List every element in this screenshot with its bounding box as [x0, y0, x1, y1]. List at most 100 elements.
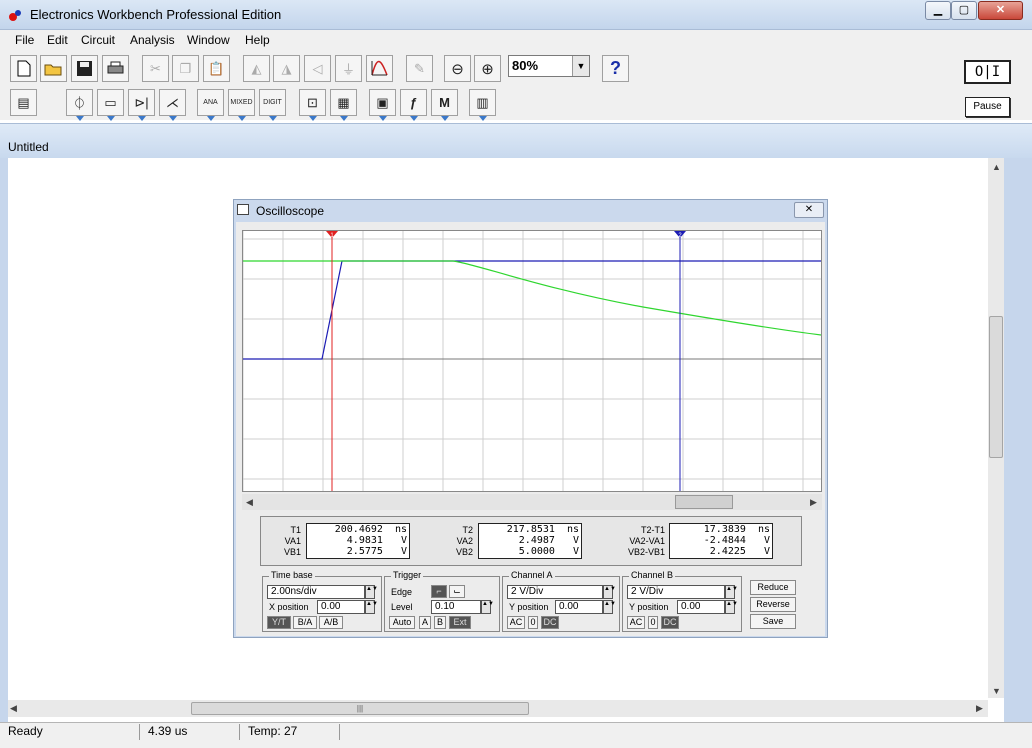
zoom-in-icon: ⊕: [481, 60, 494, 78]
menu-help[interactable]: Help: [245, 33, 270, 47]
flip-vertical-button[interactable]: ◁: [304, 55, 331, 82]
zoom-dropdown[interactable]: 80% ▼: [508, 55, 590, 77]
scroll-down-icon[interactable]: ▼: [992, 686, 1001, 696]
reverse-button[interactable]: Reverse: [750, 597, 796, 612]
digital-ic-icon: DIGIT: [263, 99, 282, 106]
diodes-bin-button[interactable]: ⊳|: [128, 89, 155, 121]
trigger-auto-button[interactable]: Auto: [389, 616, 415, 629]
horizontal-scrollbar[interactable]: ◀ ||| ▶: [8, 700, 988, 717]
chevron-down-icon[interactable]: ▼: [572, 56, 589, 76]
channel-b-zero-button[interactable]: 0: [648, 616, 658, 629]
pause-button[interactable]: Pause: [965, 97, 1010, 117]
menu-file[interactable]: File: [15, 33, 34, 47]
menu-window[interactable]: Window: [187, 33, 230, 47]
open-button[interactable]: [40, 55, 67, 82]
create-subcircuit-button[interactable]: [366, 55, 393, 82]
oscilloscope-screen[interactable]: 1 2: [242, 230, 822, 492]
x-position-field[interactable]: 0.00: [317, 600, 365, 614]
channel-a-scale-spinner[interactable]: ▲▼: [603, 585, 616, 599]
vertical-scroll-thumb[interactable]: [989, 316, 1003, 458]
channel-b-scale-spinner[interactable]: ▲▼: [725, 585, 738, 599]
scroll-right-icon[interactable]: ▶: [976, 703, 983, 714]
basic-bin-button[interactable]: ▭: [97, 89, 124, 121]
menu-analysis[interactable]: Analysis: [130, 33, 175, 47]
miscellaneous-bin-button[interactable]: M: [431, 89, 458, 121]
va1-label: VA1: [284, 536, 301, 546]
trigger-ext-button[interactable]: Ext: [449, 616, 471, 629]
transistors-bin-button[interactable]: ⋌: [159, 89, 186, 121]
mixed-ics-bin-button[interactable]: MIXED: [228, 89, 255, 121]
vertical-scrollbar[interactable]: ▲ ▼: [988, 158, 1004, 698]
oscilloscope-titlebar[interactable]: Oscilloscope ✕: [234, 200, 827, 221]
trigger-level-spinner[interactable]: ▲▼: [481, 600, 494, 614]
close-button[interactable]: ✕: [978, 1, 1023, 20]
rotate-button[interactable]: ◭: [243, 55, 270, 82]
channel-b-ypos-spinner[interactable]: ▲▼: [725, 600, 738, 614]
trigger-b-button[interactable]: B: [434, 616, 446, 629]
channel-b-title: Channel B: [629, 570, 676, 580]
channel-a-zero-button[interactable]: 0: [528, 616, 538, 629]
channel-b-scale-field[interactable]: 2 V/Div: [627, 585, 725, 599]
power-switch[interactable]: O|I: [964, 60, 1011, 84]
reduce-button[interactable]: Reduce: [750, 580, 796, 595]
channel-b-dc-button[interactable]: DC: [661, 616, 679, 629]
zoom-out-button[interactable]: ⊖: [444, 55, 471, 82]
minimize-button[interactable]: ▁: [925, 1, 951, 20]
ba-mode-button[interactable]: B/A: [293, 616, 317, 629]
resistor-icon: ▭: [104, 94, 117, 110]
help-button[interactable]: ?: [602, 55, 629, 82]
channel-a-ypos-spinner[interactable]: ▲▼: [603, 600, 616, 614]
pen-check-icon: ✎: [414, 60, 425, 76]
horizontal-scroll-thumb[interactable]: |||: [191, 702, 529, 715]
save-button[interactable]: [71, 55, 98, 82]
component-properties-button[interactable]: ⏚: [335, 55, 362, 82]
flip-horizontal-button[interactable]: ◮: [273, 55, 300, 82]
scope-scroll-thumb[interactable]: [675, 495, 733, 509]
zoom-in-button[interactable]: ⊕: [474, 55, 501, 82]
paste-button[interactable]: 📋: [203, 55, 230, 82]
indicators-bin-button[interactable]: ▣: [369, 89, 396, 121]
scope-scroll-left-icon[interactable]: ◀: [246, 497, 253, 508]
parts-bin-icon: ▤: [17, 94, 30, 110]
copy-button[interactable]: ❐: [172, 55, 199, 82]
print-button[interactable]: [102, 55, 129, 82]
scroll-up-icon[interactable]: ▲: [992, 162, 1001, 172]
zoom-out-icon: ⊖: [451, 60, 464, 78]
scope-grid: [242, 231, 821, 491]
scope-scroll-right-icon[interactable]: ▶: [810, 497, 817, 508]
channel-a-ypos-field[interactable]: 0.00: [555, 600, 603, 614]
scope-horizontal-scrollbar[interactable]: ◀ ▶: [242, 494, 822, 510]
parts-bin-toggle-button[interactable]: ▤: [10, 89, 37, 116]
channel-b-ypos-field[interactable]: 0.00: [677, 600, 725, 614]
analog-ics-bin-button[interactable]: ANA: [197, 89, 224, 121]
maximize-button[interactable]: ▢: [951, 1, 977, 20]
new-file-button[interactable]: [10, 55, 37, 82]
scroll-left-icon[interactable]: ◀: [10, 703, 17, 714]
digital-bin-button[interactable]: ▦: [330, 89, 357, 121]
cut-button[interactable]: ✂: [142, 55, 169, 82]
menu-edit[interactable]: Edit: [47, 33, 68, 47]
channel-a-ac-button[interactable]: AC: [507, 616, 525, 629]
sources-bin-button[interactable]: ⏀: [66, 89, 93, 121]
ab-mode-button[interactable]: A/B: [319, 616, 343, 629]
controls-bin-button[interactable]: ƒ: [400, 89, 427, 121]
falling-edge-button[interactable]: ⌙: [449, 585, 465, 598]
new-file-icon: [17, 60, 31, 77]
channel-b-ac-button[interactable]: AC: [627, 616, 645, 629]
trigger-level-field[interactable]: 0.10: [431, 600, 481, 614]
graphs-button[interactable]: ✎: [406, 55, 433, 82]
digital-ics-bin-button[interactable]: DIGIT: [259, 89, 286, 121]
yt-mode-button[interactable]: Y/T: [267, 616, 291, 629]
channel-a-scale-field[interactable]: 2 V/Div: [507, 585, 603, 599]
oscilloscope-close-button[interactable]: ✕: [794, 202, 824, 218]
scope-save-button[interactable]: Save: [750, 614, 796, 629]
menu-circuit[interactable]: Circuit: [81, 33, 115, 47]
channel-a-dc-button[interactable]: DC: [541, 616, 559, 629]
x-position-spinner[interactable]: ▲▼: [365, 600, 378, 614]
trigger-a-button[interactable]: A: [419, 616, 431, 629]
logic-gates-bin-button[interactable]: ⊡: [299, 89, 326, 121]
timebase-spinner[interactable]: ▲▼: [365, 585, 378, 599]
rising-edge-button[interactable]: ⌐: [431, 585, 447, 598]
timebase-field[interactable]: 2.00ns/div: [267, 585, 365, 599]
instruments-bin-button[interactable]: ▥: [469, 89, 496, 121]
